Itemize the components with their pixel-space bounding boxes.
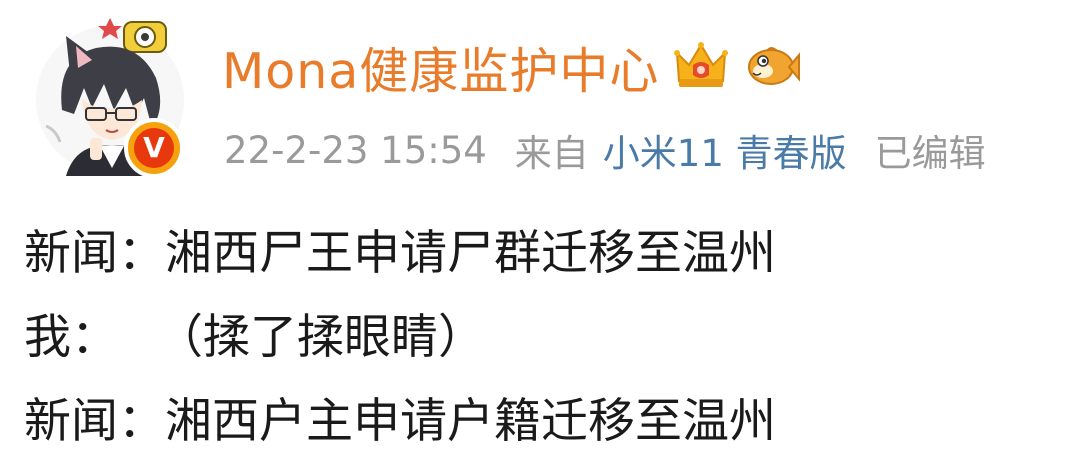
edited-label[interactable]: 已编辑 — [875, 123, 986, 177]
author-avatar-container[interactable]: V — [26, 18, 194, 178]
post-line: 新闻：湘西户主申请户籍迁移至温州 — [24, 380, 1064, 464]
source-prefix: 来自 — [514, 132, 589, 175]
crown-icon[interactable] — [673, 41, 729, 93]
line-text: （揉了揉眼睛） — [156, 310, 485, 365]
verified-badge-letter: V — [134, 128, 174, 168]
line-text: 湘西户主申请户籍迁移至温州 — [165, 394, 776, 449]
post-header: Mona健康监护中心 — [222, 22, 801, 112]
post-timestamp[interactable]: 22-2-23 15:54 — [224, 129, 487, 172]
line-speaker: 新闻： — [24, 394, 165, 449]
post-content: 新闻：湘西尸王申请尸群迁移至温州 我： （揉了揉眼睛） 新闻：湘西户主申请户籍迁移… — [24, 212, 1064, 464]
fish-icon[interactable] — [743, 41, 801, 93]
line-speaker: 我： — [24, 310, 118, 365]
post-line: 新闻：湘西尸王申请尸群迁移至温州 — [24, 212, 1064, 296]
author-name[interactable]: Mona健康监护中心 — [222, 32, 659, 103]
verified-badge-icon: V — [124, 118, 184, 178]
post-line: 我： （揉了揉眼睛） — [24, 296, 1064, 380]
post-meta: 22-2-23 15:54 来自 小米11 青春版 已编辑 — [224, 118, 986, 182]
line-speaker: 新闻： — [24, 226, 165, 281]
device-link[interactable]: 小米11 青春版 — [603, 123, 847, 177]
line-text: 湘西尸王申请尸群迁移至温州 — [165, 226, 776, 281]
